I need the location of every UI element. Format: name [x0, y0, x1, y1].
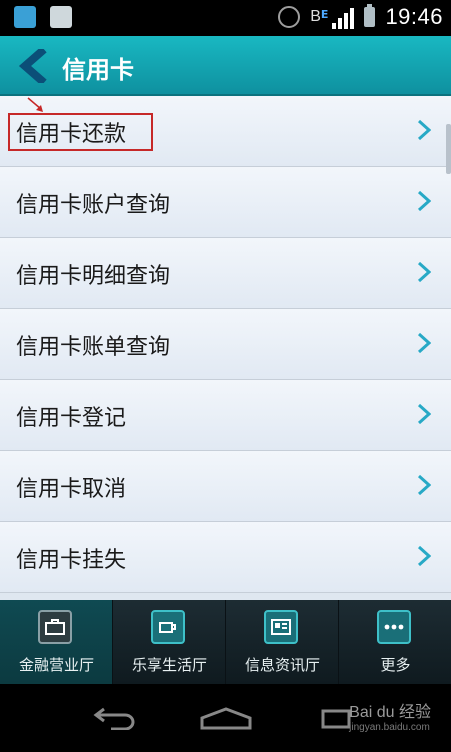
chevron-right-icon — [417, 261, 431, 283]
system-nav-bar: Bai du 经验 jingyan.baidu.com — [0, 684, 451, 752]
tab-label: 乐享生活厅 — [131, 656, 207, 674]
menu-item-detail-query[interactable]: 信用卡明细查询 — [0, 238, 451, 309]
chevron-right-icon — [417, 545, 431, 567]
menu-item-label: 信用卡取消 — [16, 477, 127, 502]
chevron-right-icon — [417, 190, 431, 212]
app-notification-icon — [14, 6, 36, 28]
network-type: E — [320, 8, 329, 21]
annotation-highlight-box — [8, 113, 153, 151]
menu-item-cancel[interactable]: 信用卡取消 — [0, 451, 451, 522]
bottom-tab-bar: 金融营业厅 乐享生活厅 信息资讯厅 更多 — [0, 600, 451, 684]
tab-label: 更多 — [380, 656, 411, 674]
chevron-right-icon — [417, 332, 431, 354]
title-bar: 信用卡 — [0, 36, 451, 96]
back-button[interactable] — [14, 48, 50, 84]
more-dots-icon — [377, 610, 411, 644]
signal-icon: B E — [310, 5, 355, 29]
tab-info-hall[interactable]: 信息资讯厅 — [226, 600, 339, 684]
coffee-cup-icon — [151, 610, 185, 644]
chevron-right-icon — [417, 403, 431, 425]
menu-list: 信用卡还款 信用卡账户查询 信用卡明细查询 信用卡账单查询 信用卡登记 信用卡取… — [0, 96, 451, 600]
annotation-arrow-icon — [27, 97, 43, 112]
page-title: 信用卡 — [62, 56, 134, 84]
battery-icon — [364, 4, 376, 27]
tab-label: 信息资讯厅 — [244, 656, 320, 674]
chevron-left-icon — [18, 49, 47, 83]
watermark-url: jingyan.baidu.com — [349, 722, 430, 733]
tab-more[interactable]: 更多 — [339, 600, 451, 684]
network-letter: B — [310, 8, 321, 25]
menu-item-report-loss[interactable]: 信用卡挂失 — [0, 522, 451, 593]
menu-item-label: 信用卡明细查询 — [16, 264, 171, 289]
scrollbar[interactable] — [446, 124, 451, 174]
tab-lifestyle-hall[interactable]: 乐享生活厅 — [113, 600, 226, 684]
watermark-brand: Bai du 经验 — [349, 704, 431, 721]
menu-item-label: 信用卡账单查询 — [16, 335, 171, 360]
tab-label: 金融营业厅 — [18, 656, 94, 674]
briefcase-icon — [38, 610, 72, 644]
chevron-right-icon — [417, 474, 431, 496]
menu-item-label: 信用卡登记 — [16, 406, 127, 431]
menu-item-label: 信用卡挂失 — [16, 548, 127, 573]
newspaper-icon — [264, 610, 298, 644]
status-time: 19:46 — [385, 4, 443, 29]
menu-item-account-query[interactable]: 信用卡账户查询 — [0, 167, 451, 238]
message-notification-icon — [50, 6, 72, 28]
menu-item-bill-query[interactable]: 信用卡账单查询 — [0, 309, 451, 380]
menu-item-register[interactable]: 信用卡登记 — [0, 380, 451, 451]
status-bar: B E 19:46 — [0, 0, 451, 36]
system-back-button[interactable] — [85, 702, 145, 734]
system-home-button[interactable] — [196, 702, 256, 734]
home-icon — [200, 707, 252, 730]
back-arrow-icon — [93, 707, 135, 730]
alarm-icon — [278, 6, 301, 28]
watermark: Bai du 经验 jingyan.baidu.com — [349, 698, 431, 733]
menu-item-label: 信用卡账户查询 — [16, 193, 171, 218]
chevron-right-icon — [417, 119, 431, 141]
tab-financial-hall[interactable]: 金融营业厅 — [0, 600, 113, 684]
